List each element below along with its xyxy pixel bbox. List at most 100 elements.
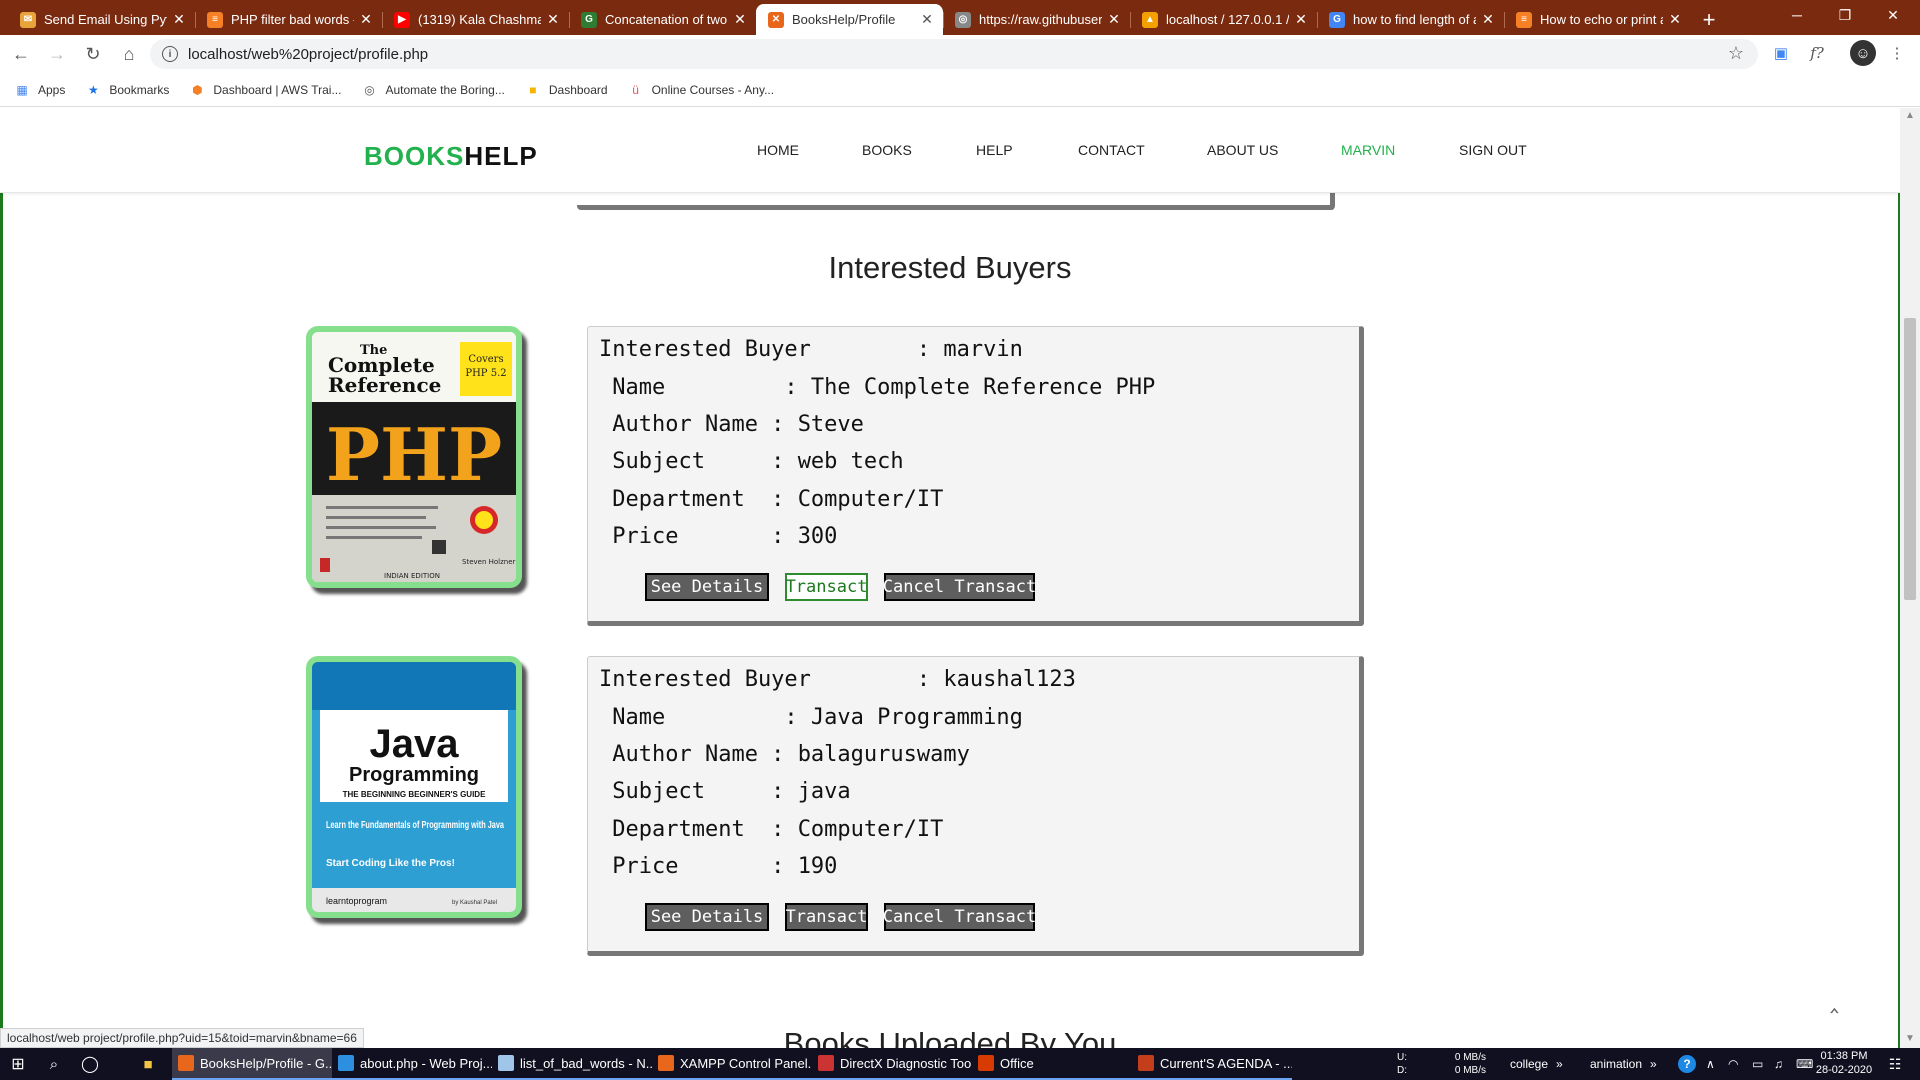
nav-link-contact[interactable]: CONTACT [1078,142,1145,158]
site-logo[interactable]: BOOKSHELP [364,141,538,172]
search-icon[interactable]: ⌕ [44,1048,64,1080]
help-icon[interactable]: ? [1676,1048,1698,1080]
nav-link-help[interactable]: HELP [976,142,1013,158]
nav-link-books[interactable]: BOOKS [862,142,912,158]
restore-button[interactable]: ❐ [1822,0,1868,30]
formula-extension-icon[interactable]: f? [1804,40,1830,66]
tab-label: localhost / 127.0.0.1 / l [1166,12,1289,27]
nav-link-about-us[interactable]: ABOUT US [1207,142,1278,158]
nav-link-sign-out[interactable]: SIGN OUT [1459,142,1527,158]
tab-close-icon[interactable]: ✕ [171,11,187,28]
youtube-icon: ▶ [394,11,410,28]
scroll-up-icon[interactable]: ▲ [1900,110,1920,121]
volume-icon[interactable]: ♫ [1774,1048,1783,1080]
profile-avatar[interactable]: ☺ [1850,40,1876,66]
file-explorer-icon[interactable]: ■ [138,1048,158,1080]
nav-link-home[interactable]: HOME [757,142,799,158]
notifications-icon[interactable]: ☷ [1880,1048,1910,1080]
author-row: Author Name : Steve [599,412,864,437]
browser-tab[interactable]: ✉ Send Email Using Pytho ✕ [8,4,195,35]
transact-button[interactable]: Transact [785,573,868,601]
name-label: Name : [599,375,811,400]
cover-brand: learntoprogram [326,896,387,906]
bookmark-item[interactable]: ■ Dashboard [525,82,607,98]
page-viewport: BOOKSHELP HOME BOOKS HELP CONTACT ABOUT US MA… [0,108,1900,1048]
toolbar-college[interactable]: college » [1510,1048,1563,1080]
bookmark-item[interactable]: ◎ Automate the Boring... [361,82,505,98]
home-icon[interactable]: ⌂ [114,39,144,69]
bookmark-item[interactable]: ü Online Courses - Any... [628,82,774,98]
tab-close-icon[interactable]: ✕ [1293,11,1309,28]
taskbar-app[interactable]: BooksHelp/Profile - G... [172,1048,332,1080]
browser-tab[interactable]: ≡ PHP filter bad words - ✕ [195,4,382,35]
cover-author: Steven Holzner [462,558,516,566]
new-tab-icon[interactable]: + [1691,4,1727,35]
translate-extension-icon[interactable]: ▣ [1768,40,1794,66]
tray-chevron-icon[interactable]: ∧ [1706,1048,1715,1080]
browser-tab[interactable]: ▲ localhost / 127.0.0.1 / l ✕ [1130,4,1317,35]
battery-icon[interactable]: ▭ [1752,1048,1763,1080]
cancel-transact-button[interactable]: Cancel Transact [883,573,1036,601]
app-icon [338,1055,354,1071]
app-icon [1138,1055,1154,1071]
scroll-down-icon[interactable]: ▼ [1900,1033,1920,1044]
clock[interactable]: 01:38 PM 28-02-2020 [1804,1048,1884,1080]
cover-badge-1: Covers [468,354,503,365]
tab-close-icon[interactable]: ✕ [1667,11,1683,28]
buyer-label: Interested Buyer : [599,337,944,362]
wifi-icon[interactable]: ◠ [1728,1048,1738,1080]
back-to-top-icon[interactable]: ‸ [1830,983,1839,1014]
browser-tab[interactable]: ◎ https://raw.githubuser ✕ [943,4,1130,35]
browser-toolbar: ← → ↻ ⌂ i localhost/web%20project/profil… [0,35,1920,73]
browser-tab[interactable]: ≡ How to echo or print a ✕ [1504,4,1691,35]
site-info-icon[interactable]: i [162,46,178,62]
network-speed-values: 0 MB/s 0 MB/s [1442,1048,1486,1080]
nav-link-marvin[interactable]: MARVIN [1341,142,1395,158]
forward-icon[interactable]: → [42,39,72,69]
cancel-transact-button[interactable]: Cancel Transact [883,903,1036,931]
taskbar-app[interactable]: Current'S AGENDA - ... [1132,1048,1292,1080]
bookmark-star-icon[interactable]: ☆ [1728,43,1744,64]
bookmark-item[interactable]: ⬢ Dashboard | AWS Trai... [189,82,341,98]
reload-icon[interactable]: ↻ [78,39,108,69]
see-details-button[interactable]: See Details [645,573,769,601]
tab-close-icon[interactable]: ✕ [732,11,748,28]
page-scrollbar[interactable]: ▲ ▼ [1900,108,1920,1048]
price-row: Price : 300 [599,524,837,549]
browser-tab[interactable]: ✕ BooksHelp/Profile ✕ [756,4,943,35]
taskbar-app[interactable]: list_of_bad_words - N... [492,1048,652,1080]
scrollbar-thumb[interactable] [1904,318,1916,600]
minimize-button[interactable]: ─ [1774,0,1820,30]
taskbar-app[interactable]: DirectX Diagnostic Tool [812,1048,972,1080]
tab-close-icon[interactable]: ✕ [358,11,374,28]
tab-close-icon[interactable]: ✕ [919,11,935,28]
transact-button[interactable]: Transact [785,903,868,931]
back-icon[interactable]: ← [6,39,36,69]
tab-close-icon[interactable]: ✕ [1480,11,1496,28]
toolbar-animation[interactable]: animation » [1590,1048,1657,1080]
browser-tab[interactable]: G Concatenation of two s ✕ [569,4,756,35]
clock-time: 01:38 PM [1820,1050,1868,1063]
cortana-icon[interactable]: ◯ [80,1048,100,1080]
app-icon [818,1055,834,1071]
browser-tab[interactable]: ▶ (1319) Kala Chashma | ✕ [382,4,569,35]
taskbar-app[interactable]: XAMPP Control Panel... [652,1048,812,1080]
windows-start-icon[interactable]: ⊞ [8,1048,28,1080]
close-window-button[interactable]: ✕ [1870,0,1916,30]
address-bar[interactable]: i localhost/web%20project/profile.php ☆ [150,39,1758,69]
bookmark-item[interactable]: ★ Bookmarks [85,82,169,98]
see-details-button[interactable]: See Details [645,903,769,931]
network-speed-labels: U: D: [1397,1048,1407,1080]
author-value: Steve [797,412,864,437]
tab-close-icon[interactable]: ✕ [1106,11,1122,28]
department-value: Computer/IT [797,487,944,512]
browser-menu-icon[interactable]: ⋮ [1884,40,1910,66]
browser-tab[interactable]: Ghow to find length of a ✕ [1317,4,1504,35]
app-icon [978,1055,994,1071]
subject-label: Subject : [599,779,798,804]
bookmark-label: Apps [38,82,66,97]
taskbar-app[interactable]: about.php - Web Proj... [332,1048,492,1080]
bookmark-item[interactable]: ▦ Apps [14,82,65,98]
taskbar-app[interactable]: Office [972,1048,1132,1080]
tab-close-icon[interactable]: ✕ [545,11,561,28]
